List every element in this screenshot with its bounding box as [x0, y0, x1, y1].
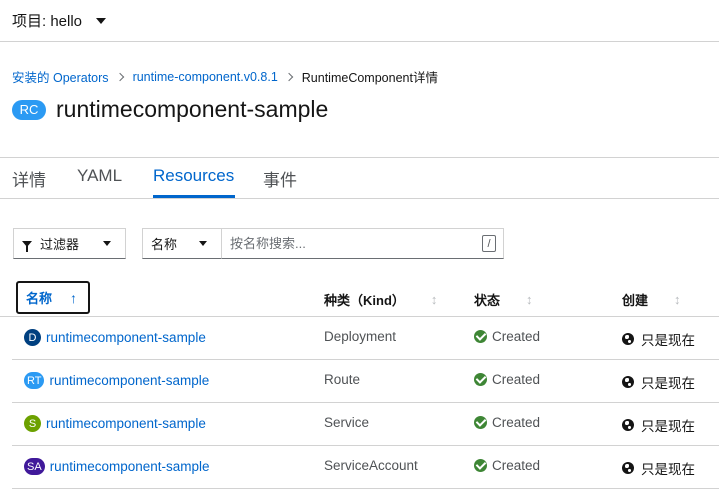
page-title: runtimecomponent-sample	[56, 96, 329, 122]
created-label: 只是现在	[641, 462, 695, 477]
status-label: Created	[492, 458, 541, 473]
globe-icon	[622, 376, 634, 388]
sort-icon: ↕	[430, 292, 438, 307]
sort-icon: ↕	[674, 292, 681, 307]
check-circle-icon	[474, 373, 487, 386]
resource-created: 只是现在	[622, 329, 695, 349]
resource-badge: RC	[12, 99, 46, 120]
resource-kind: Service	[324, 415, 370, 430]
resource-type-icon: SA	[24, 458, 45, 475]
caret-down-icon	[199, 241, 207, 246]
column-name-label: 名称	[26, 291, 53, 306]
column-kind-label: 种类（Kind）	[324, 293, 405, 308]
chevron-right-icon	[115, 72, 124, 81]
page-header: RC runtimecomponent-sample	[12, 96, 328, 123]
resource-kind: Deployment	[324, 329, 397, 344]
breadcrumb: 安装的 Operators runtime-component.v0.8.1 R…	[12, 67, 438, 86]
resource-kind: ServiceAccount	[324, 458, 418, 473]
column-created-label: 创建	[622, 293, 649, 308]
resource-created: 只是现在	[622, 372, 695, 392]
resource-name-link[interactable]: runtimecomponent-sample	[49, 373, 209, 388]
table-row: Druntimecomponent-sample Deployment Create…	[12, 317, 719, 360]
keyboard-shortcut-hint: /	[482, 235, 496, 252]
filter-label: 过滤器	[40, 237, 80, 252]
status-label: Created	[492, 372, 541, 387]
created-label: 只是现在	[641, 376, 695, 391]
resource-created: 只是现在	[622, 458, 695, 478]
project-label: 项目: hello	[12, 13, 83, 30]
resource-name-link[interactable]: runtimecomponent-sample	[46, 330, 206, 345]
sort-ascending-icon: ↑	[70, 289, 78, 306]
resource-type-icon: S	[24, 415, 41, 432]
breadcrumb-current: RuntimeComponent详情	[301, 71, 438, 85]
resource-status: Created	[474, 329, 540, 344]
globe-icon	[622, 462, 634, 474]
resource-name-link[interactable]: runtimecomponent-sample	[50, 459, 210, 474]
column-status-label: 状态	[474, 293, 501, 308]
table-row: RT runtimecomponent-sample Route Created 只是现…	[12, 360, 719, 403]
resource-kind: Route	[324, 372, 361, 387]
globe-icon	[622, 333, 634, 345]
search-input[interactable]	[221, 228, 504, 259]
tab-events[interactable]: 事件	[263, 166, 297, 191]
filter-type-select[interactable]: 名称	[142, 228, 222, 259]
check-circle-icon	[474, 416, 487, 429]
column-header-status[interactable]: 状态 ↕	[474, 290, 533, 309]
column-header-kind[interactable]: 种类（Kind） ↕	[324, 290, 437, 309]
resource-name-cell: Sruntimecomponent-sample	[24, 415, 206, 432]
breadcrumb-operators-link[interactable]: 安装的 Operators	[12, 67, 109, 86]
column-header-name[interactable]: 名称 ↑	[16, 281, 90, 314]
breadcrumb-operator-version-link[interactable]: runtime-component.v0.8.1	[133, 70, 278, 84]
created-label: 只是现在	[641, 419, 695, 434]
status-label: Created	[492, 329, 541, 344]
column-header-created[interactable]: 创建 ↕	[622, 290, 681, 309]
filter-dropdown[interactable]: 过滤器	[13, 228, 126, 259]
tab-bar: 详情 YAML Resources 事件	[0, 157, 719, 199]
table-row: Sruntimecomponent-sample Service Created 只是…	[12, 403, 719, 446]
caret-down-icon	[96, 17, 107, 24]
resource-status: Created	[474, 372, 540, 387]
project-bar: 项目: hello	[0, 0, 719, 42]
resource-status: Created	[474, 415, 540, 430]
tab-yaml[interactable]: YAML	[77, 166, 122, 186]
resource-type-icon: D	[24, 329, 41, 346]
globe-icon	[622, 419, 634, 431]
resource-name-cell: RT runtimecomponent-sample	[24, 372, 209, 389]
filter-icon	[22, 240, 32, 252]
active-tab-indicator	[153, 195, 235, 198]
tab-resources[interactable]: Resources	[153, 166, 234, 186]
table-row: SA runtimecomponent-sample ServiceAccount C…	[12, 446, 719, 489]
resource-created: 只是现在	[622, 415, 695, 435]
chevron-right-icon	[284, 72, 294, 81]
tab-details[interactable]: 详情	[12, 166, 46, 191]
resource-status: Created	[474, 458, 540, 473]
table-header: 名称 ↑ 种类（Kind） ↕ 状态 ↕ 创建 ↕	[0, 279, 719, 317]
resource-name-cell: SA runtimecomponent-sample	[24, 458, 210, 475]
project-selector[interactable]: 项目: hello	[12, 10, 107, 31]
check-circle-icon	[474, 459, 487, 472]
filter-type-label: 名称	[151, 237, 178, 252]
sort-icon: ↕	[526, 292, 533, 307]
created-label: 只是现在	[641, 333, 695, 348]
resource-name-link[interactable]: runtimecomponent-sample	[46, 416, 206, 431]
check-circle-icon	[474, 330, 487, 343]
resource-type-icon: RT	[24, 372, 45, 389]
status-label: Created	[492, 415, 541, 430]
caret-down-icon	[103, 241, 111, 246]
resource-name-cell: Druntimecomponent-sample	[24, 329, 206, 346]
